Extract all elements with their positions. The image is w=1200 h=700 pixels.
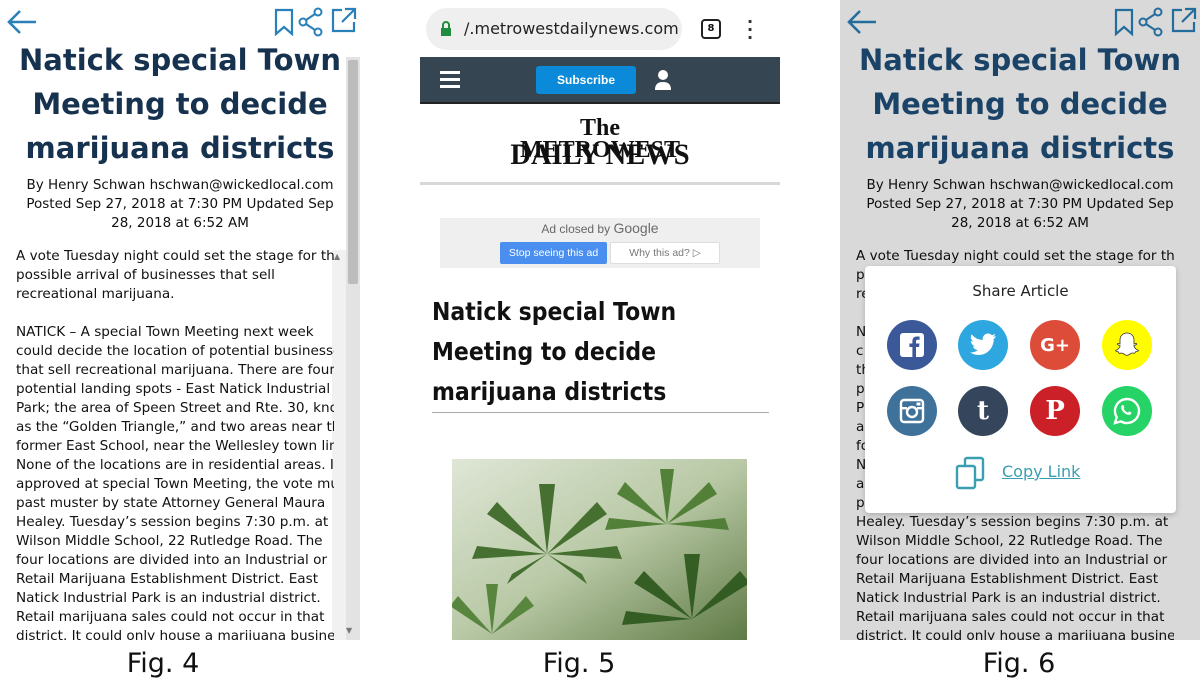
site-navbar: Subscribe: [420, 57, 780, 104]
tumblr-share-button[interactable]: t: [958, 386, 1008, 436]
address-bar[interactable]: /.metrowestdailynews.com: [426, 8, 682, 50]
headline-divider: [432, 412, 769, 413]
article-byline: By Henry Schwan hschwan@wickedlocal.com …: [0, 176, 360, 233]
snapchat-icon: [1114, 332, 1140, 356]
ad-closed-text: Ad closed by Google: [541, 220, 659, 236]
body-line: Wilson Middle School, 22 Rutledge Road. …: [16, 533, 323, 549]
body-line: A vote Tuesday night could set the stage…: [16, 248, 334, 264]
body-line: district. It could only house a marijuan…: [16, 628, 334, 640]
back-arrow-icon[interactable]: [6, 8, 38, 36]
tumblr-icon: t: [976, 396, 989, 426]
body-line: could decide the location of potential b…: [16, 343, 334, 359]
body-line: [16, 304, 334, 323]
body-line: None of the locations are in residential…: [16, 457, 334, 473]
article-photo: [452, 459, 747, 640]
body-line: past muster by state Attorney General Ma…: [16, 495, 326, 511]
copy-link-label: Copy Link: [1002, 462, 1081, 481]
snapchat-share-button[interactable]: [1102, 320, 1152, 370]
why-this-ad-button[interactable]: Why this ad? ▷: [610, 242, 720, 264]
bookmark-icon[interactable]: [273, 8, 295, 36]
body-line: recreational marijuana.: [16, 286, 175, 302]
whatsapp-share-button[interactable]: [1102, 386, 1152, 436]
tab-count-button[interactable]: 8: [701, 19, 721, 39]
hamburger-menu-icon[interactable]: [440, 71, 460, 88]
share-sheet: Share Article G+ t P Copy Link: [865, 266, 1176, 513]
twitter-share-button[interactable]: [958, 320, 1008, 370]
instagram-share-button[interactable]: [887, 386, 937, 436]
masthead-divider: [420, 182, 780, 185]
share-icon[interactable]: [298, 7, 324, 37]
lock-icon: [440, 21, 452, 37]
google-plus-share-button[interactable]: G+: [1030, 320, 1080, 370]
article-body: A vote Tuesday night could set the stage…: [16, 247, 334, 640]
scroll-up-icon[interactable]: ▲: [334, 252, 340, 261]
whatsapp-icon: [1113, 397, 1141, 425]
body-line: that sell recreational marijuana. There …: [16, 362, 334, 378]
share-overlay-panel: Natick special Town Meeting to decide ma…: [840, 0, 1200, 640]
stop-seeing-ad-button[interactable]: Stop seeing this ad: [500, 242, 607, 264]
twitter-icon: [970, 333, 996, 355]
user-account-icon[interactable]: [654, 69, 672, 90]
date-line: Posted Sep 27, 2018 at 7:30 PM Updated S…: [26, 196, 334, 231]
url-text: /.metrowestdailynews.com: [464, 19, 679, 38]
body-line: Retail marijuana sales could not occur i…: [16, 609, 325, 625]
body-line: Park; the area of Speen Street and Rte. …: [16, 400, 334, 416]
body-scrollbar[interactable]: [332, 250, 346, 640]
copy-link-button[interactable]: Copy Link: [955, 456, 1115, 492]
body-line: former East School, near the Wellesley t…: [16, 438, 334, 454]
body-line: Healey. Tuesday’s session begins 7:30 p.…: [16, 514, 329, 530]
overflow-menu-icon[interactable]: · · ·: [747, 14, 753, 46]
body-line: approved at special Town Meeting, the vo…: [16, 476, 334, 492]
share-sheet-title: Share Article: [972, 282, 1069, 300]
pinterest-share-button[interactable]: P: [1030, 386, 1080, 436]
masthead-line2: DAILY NEWS: [510, 138, 690, 171]
body-line: possible arrival of businesses that sell: [16, 267, 275, 283]
ad-closed-box: Ad closed by Google Stop seeing this ad …: [440, 218, 760, 268]
browser-panel: /.metrowestdailynews.com 8 · · · Subscribe…: [420, 0, 780, 640]
author-line: By Henry Schwan hschwan@wickedlocal.com: [26, 177, 334, 193]
article-reader-panel: Natick special Town Meeting to decide ma…: [0, 0, 360, 640]
instagram-icon: [899, 398, 925, 424]
body-line: NATICK – A special Town Meeting next wee…: [16, 324, 314, 340]
figure-label: Fig. 5: [542, 648, 616, 679]
open-external-icon[interactable]: [330, 6, 358, 34]
facebook-share-button[interactable]: [887, 320, 937, 370]
facebook-icon: [900, 333, 924, 357]
subscribe-button[interactable]: Subscribe: [536, 66, 636, 94]
scroll-down-icon[interactable]: ▼: [346, 626, 352, 635]
body-line: Natick Industrial Park is an industrial …: [16, 590, 321, 606]
copy-icon: [955, 456, 985, 490]
google-plus-icon: G+: [1040, 334, 1070, 356]
body-line: potential landing spots - East Natick In…: [16, 381, 331, 397]
body-line: four locations are divided into an Indus…: [16, 552, 328, 568]
article-headline: Natick special Town Meeting to decide ma…: [432, 297, 677, 406]
body-line: Retail Marijuana Establishment District.…: [16, 571, 319, 587]
article-title: Natick special Town Meeting to decide ma…: [19, 43, 341, 165]
figure-label: Fig. 6: [982, 648, 1056, 679]
figure-label: Fig. 4: [126, 648, 200, 679]
body-line: as the “Golden Triangle,” and two areas …: [16, 419, 334, 435]
pinterest-icon: P: [1045, 396, 1065, 426]
